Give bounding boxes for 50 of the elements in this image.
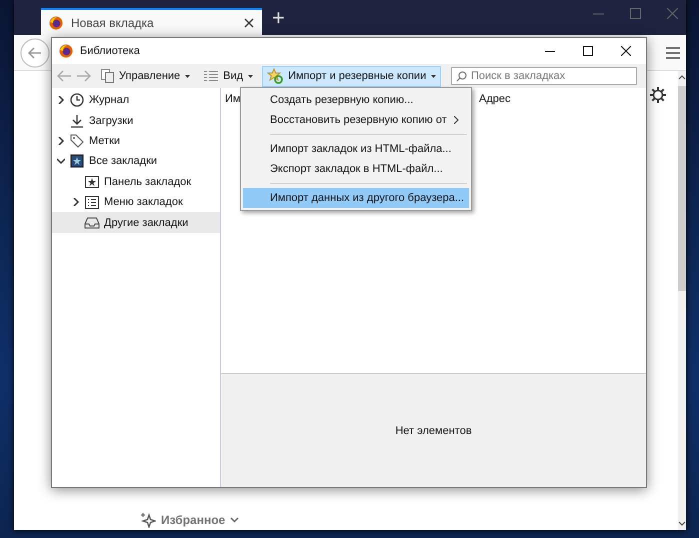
tag-icon xyxy=(70,134,84,148)
menu-item[interactable]: Восстановить резервную копию от xyxy=(243,110,469,130)
bookmarks-label[interactable]: Избранное xyxy=(161,513,226,527)
scroll-up-icon[interactable] xyxy=(678,75,686,80)
toolbar-menu[interactable]: Управление xyxy=(96,66,196,86)
dropdown-arrow-icon xyxy=(431,74,436,78)
column-header[interactable]: Адрес xyxy=(479,93,510,105)
browser-logo-icon xyxy=(59,44,73,58)
new-tab-button[interactable]: + xyxy=(272,5,285,31)
download-icon xyxy=(70,114,84,128)
menu-icon[interactable] xyxy=(666,46,680,58)
browser-tab[interactable]: Новая вкладка xyxy=(41,8,262,35)
window-title: Библиотека xyxy=(80,45,141,57)
settings-icon[interactable] xyxy=(650,87,666,103)
menu-item[interactable]: Экспорт закладок в HTML-файл... xyxy=(243,159,469,179)
sparkle-icon xyxy=(140,512,156,528)
tree-item[interactable]: Все закладки xyxy=(52,151,220,172)
tree-item[interactable]: Панель закладок xyxy=(52,172,220,192)
list-icon xyxy=(85,196,99,209)
star-refresh-icon xyxy=(267,68,284,84)
tray-icon xyxy=(84,216,100,229)
close-icon[interactable] xyxy=(621,46,631,56)
tree-item[interactable]: Другие закладки xyxy=(52,212,220,233)
list-view-icon xyxy=(204,70,218,82)
tree-item[interactable]: Метки xyxy=(52,130,220,152)
toolbar-menu[interactable]: Вид xyxy=(199,66,258,86)
maximize-icon[interactable] xyxy=(583,46,593,56)
scroll-down-icon[interactable] xyxy=(678,521,686,526)
search-field[interactable]: Поиск в закладках xyxy=(451,67,637,85)
tree-item[interactable]: Журнал xyxy=(52,90,220,110)
close-icon[interactable] xyxy=(244,18,254,28)
back-icon[interactable] xyxy=(20,38,50,68)
column-header[interactable]: Им xyxy=(225,93,240,105)
menu-item[interactable]: Импорт данных из другого браузера... xyxy=(243,188,469,208)
empty-message: Нет элементов xyxy=(395,424,472,436)
browser-logo-icon xyxy=(49,16,63,30)
menu-item[interactable]: Импорт закладок из HTML-файла... xyxy=(243,139,469,159)
scrollbar[interactable] xyxy=(678,71,686,530)
star-box-icon xyxy=(85,176,99,188)
search-icon xyxy=(456,71,467,82)
dropdown-arrow-icon xyxy=(248,74,254,78)
tree-item[interactable]: Загрузки xyxy=(52,110,220,131)
chevron-down-icon[interactable] xyxy=(230,517,240,523)
tree-item[interactable]: Меню закладок xyxy=(52,192,220,212)
menu-item[interactable]: Создать резервную копию... xyxy=(243,90,469,110)
copy-icon xyxy=(101,69,114,83)
dropdown-arrow-icon xyxy=(185,74,190,78)
toolbar-menu[interactable]: Импорт и резервные копии xyxy=(262,66,442,86)
clock-icon xyxy=(70,93,84,108)
bookmarks-library-icon xyxy=(70,154,84,168)
